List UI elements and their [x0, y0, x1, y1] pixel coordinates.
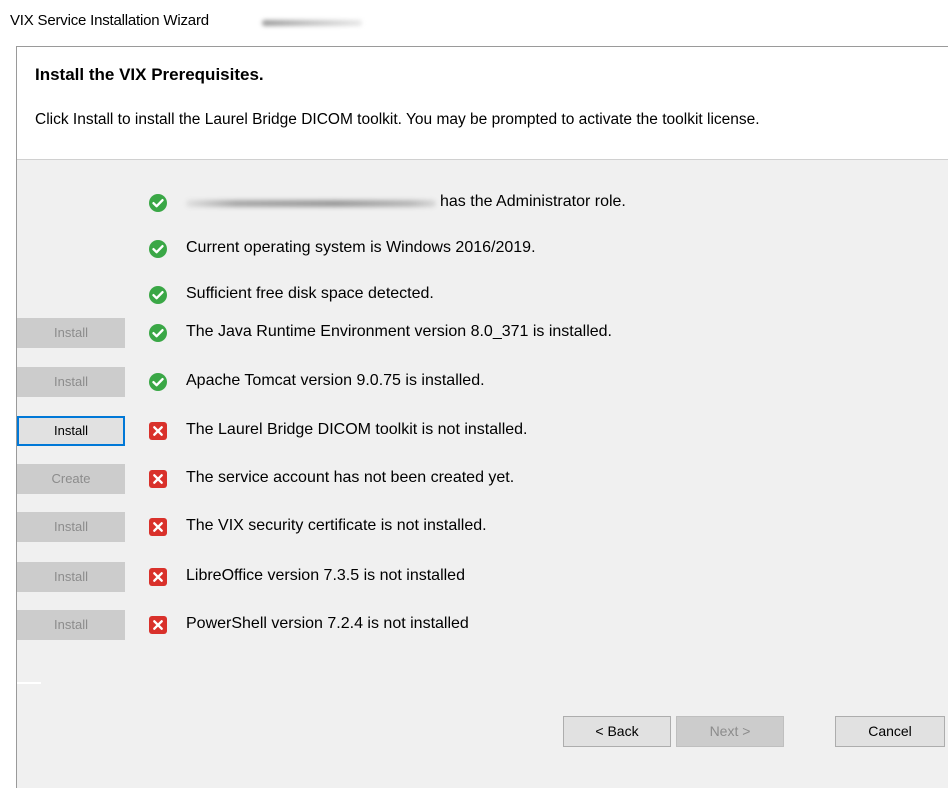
check-text: The service account has not been created… — [186, 469, 515, 486]
install-powershell-button[interactable]: Install — [17, 610, 125, 640]
check-row-tomcat: Install Apache Tomcat version 9.0.75 is … — [0, 367, 948, 397]
x-square-icon — [149, 470, 167, 488]
check-text: The VIX security certificate is not inst… — [186, 517, 487, 534]
check-row-service-account: Create The service account has not been … — [0, 464, 948, 494]
check-text: The Java Runtime Environment version 8.0… — [186, 323, 612, 340]
check-text: Sufficient free disk space detected. — [186, 285, 434, 302]
install-certificate-button[interactable]: Install — [17, 512, 125, 542]
wizard-window: VIX Service Installation Wizard Install … — [0, 0, 948, 788]
redacted-title-suffix — [262, 20, 362, 26]
next-button[interactable]: Next > — [676, 716, 784, 747]
page-description: Click Install to install the Laurel Brid… — [35, 111, 760, 128]
check-row-security-certificate: Install The VIX security certificate is … — [0, 512, 948, 542]
x-square-icon — [149, 616, 167, 634]
redacted-account-name — [186, 200, 436, 207]
check-text: LibreOffice version 7.3.5 is not install… — [186, 567, 465, 584]
check-row-admin-role: has the Administrator role. — [0, 188, 948, 218]
check-circle-icon — [149, 286, 167, 304]
check-row-libreoffice: Install LibreOffice version 7.3.5 is not… — [0, 562, 948, 592]
x-square-icon — [149, 422, 167, 440]
install-libreoffice-button[interactable]: Install — [17, 562, 125, 592]
create-service-account-button[interactable]: Create — [17, 464, 125, 494]
check-row-powershell: Install PowerShell version 7.2.4 is not … — [0, 610, 948, 640]
x-square-icon — [149, 518, 167, 536]
check-text: PowerShell version 7.2.4 is not installe… — [186, 615, 469, 632]
install-dicom-toolkit-button[interactable]: Install — [17, 416, 125, 446]
window-title: VIX Service Installation Wizard — [10, 12, 209, 29]
check-text: Current operating system is Windows 2016… — [186, 239, 536, 256]
check-row-os: Current operating system is Windows 2016… — [0, 234, 948, 264]
page-title: Install the VIX Prerequisites. — [35, 65, 264, 84]
panel-divider — [17, 682, 41, 684]
check-text: Apache Tomcat version 9.0.75 is installe… — [186, 372, 485, 389]
check-circle-icon — [149, 373, 167, 391]
wizard-header: Install the VIX Prerequisites. Click Ins… — [17, 47, 948, 159]
check-text: has the Administrator role. — [440, 193, 626, 210]
check-text: The Laurel Bridge DICOM toolkit is not i… — [186, 421, 528, 438]
check-circle-icon — [149, 194, 167, 212]
cancel-button[interactable]: Cancel — [835, 716, 945, 747]
check-row-dicom-toolkit: Install The Laurel Bridge DICOM toolkit … — [0, 416, 948, 446]
check-row-disk-space: Sufficient free disk space detected. — [0, 280, 948, 310]
back-button[interactable]: < Back — [563, 716, 671, 747]
check-circle-icon — [149, 240, 167, 258]
check-circle-icon — [149, 324, 167, 342]
x-square-icon — [149, 568, 167, 586]
check-row-java: Install The Java Runtime Environment ver… — [0, 318, 948, 348]
install-java-button[interactable]: Install — [17, 318, 125, 348]
title-bar: VIX Service Installation Wizard — [0, 0, 948, 44]
install-tomcat-button[interactable]: Install — [17, 367, 125, 397]
